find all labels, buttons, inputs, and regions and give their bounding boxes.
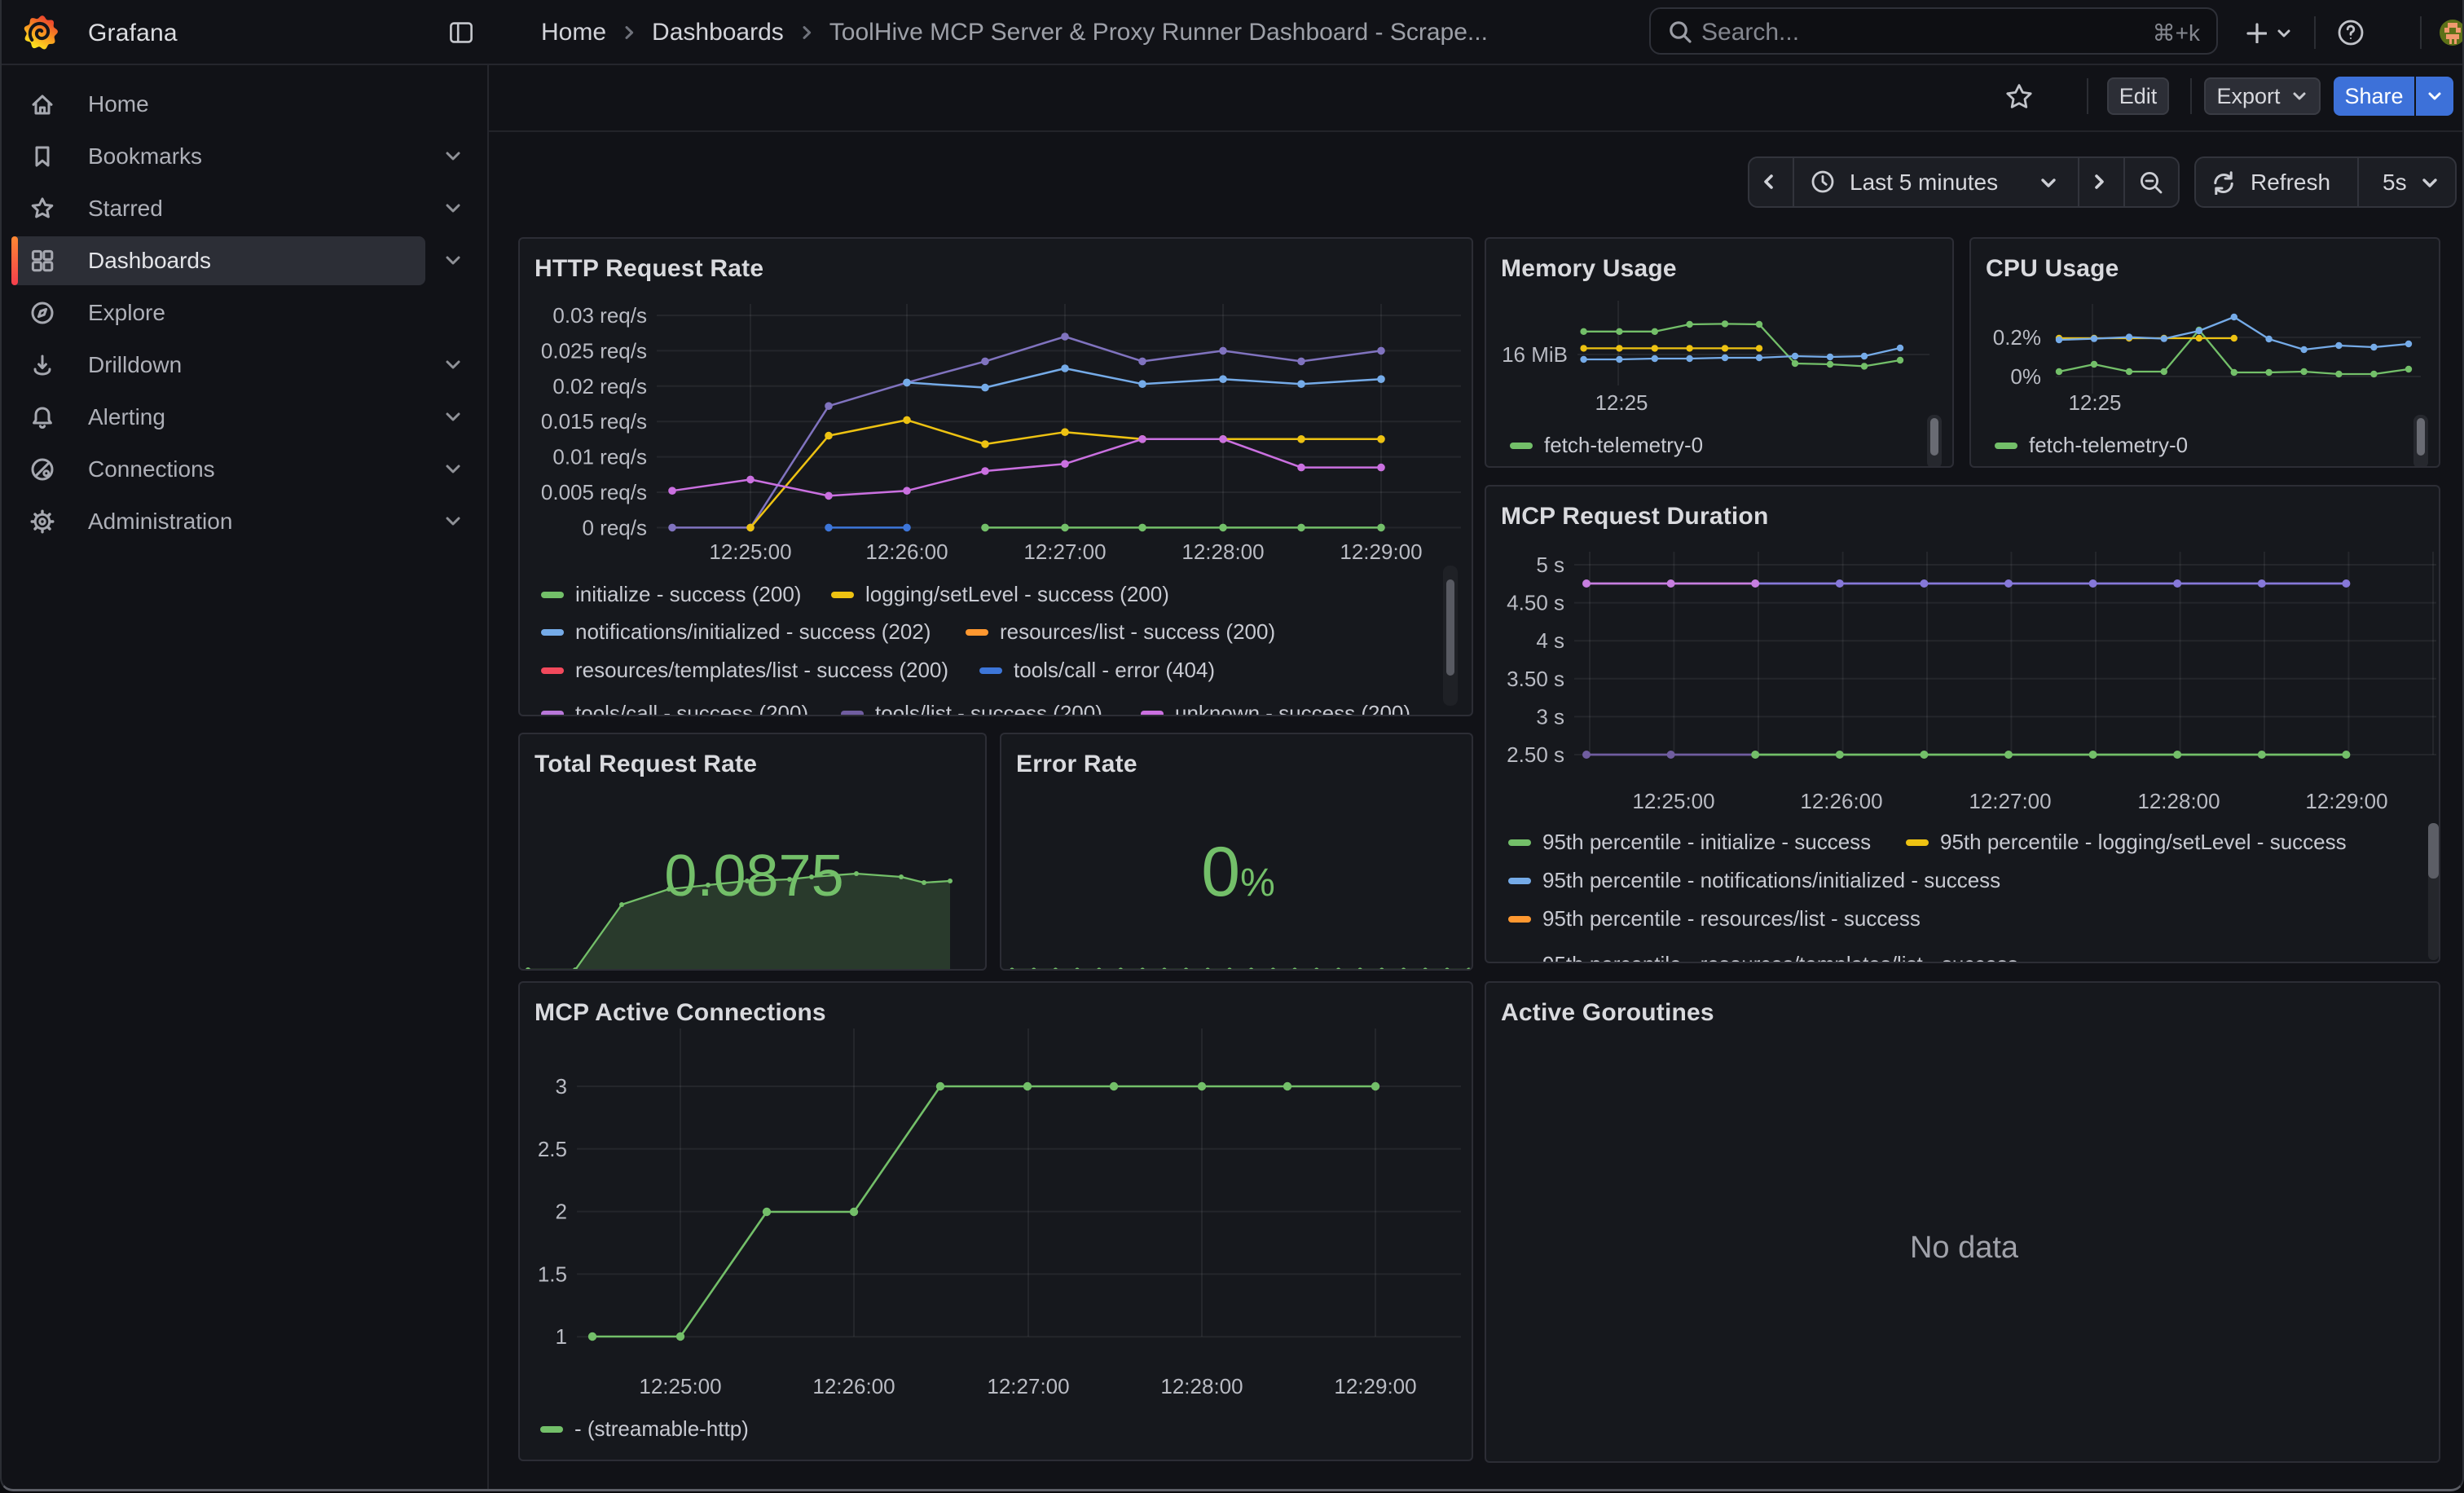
svg-text:0.2%: 0.2% xyxy=(1993,325,2041,350)
svg-text:3.50 s: 3.50 s xyxy=(1507,667,1564,691)
svg-text:0.015 req/s: 0.015 req/s xyxy=(541,409,647,434)
svg-text:12:25: 12:25 xyxy=(1595,390,1648,415)
svg-text:0.025 req/s: 0.025 req/s xyxy=(541,338,647,363)
svg-text:0.005 req/s: 0.005 req/s xyxy=(541,480,647,504)
svg-text:2.5: 2.5 xyxy=(538,1137,567,1161)
svg-text:12:29:00: 12:29:00 xyxy=(2305,789,2387,813)
svg-text:3: 3 xyxy=(556,1074,567,1099)
svg-text:12:27:00: 12:27:00 xyxy=(1023,540,1106,564)
svg-text:12:28:00: 12:28:00 xyxy=(1160,1374,1243,1398)
svg-text:12:25: 12:25 xyxy=(2068,390,2121,415)
svg-text:16 MiB: 16 MiB xyxy=(1502,342,1568,367)
svg-text:12:28:00: 12:28:00 xyxy=(2137,789,2220,813)
svg-text:12:25:00: 12:25:00 xyxy=(639,1374,721,1398)
svg-text:3 s: 3 s xyxy=(1536,704,1564,729)
svg-text:0.03 req/s: 0.03 req/s xyxy=(552,303,647,328)
svg-text:12:26:00: 12:26:00 xyxy=(812,1374,895,1398)
svg-text:12:25:00: 12:25:00 xyxy=(709,540,791,564)
svg-text:1: 1 xyxy=(556,1324,567,1349)
svg-text:12:29:00: 12:29:00 xyxy=(1334,1374,1416,1398)
svg-text:0%: 0% xyxy=(2010,364,2041,389)
svg-text:4 s: 4 s xyxy=(1536,628,1564,653)
svg-text:12:28:00: 12:28:00 xyxy=(1181,540,1264,564)
svg-text:12:26:00: 12:26:00 xyxy=(1800,789,1882,813)
svg-text:1.5: 1.5 xyxy=(538,1262,567,1286)
svg-text:0 req/s: 0 req/s xyxy=(583,515,648,540)
svg-text:12:27:00: 12:27:00 xyxy=(987,1374,1069,1398)
svg-text:12:26:00: 12:26:00 xyxy=(865,540,948,564)
svg-text:2.50 s: 2.50 s xyxy=(1507,742,1564,767)
svg-text:5 s: 5 s xyxy=(1536,553,1564,577)
svg-text:12:29:00: 12:29:00 xyxy=(1340,540,1422,564)
svg-text:0.02 req/s: 0.02 req/s xyxy=(552,374,647,399)
svg-text:12:27:00: 12:27:00 xyxy=(1969,789,2051,813)
svg-text:4.50 s: 4.50 s xyxy=(1507,591,1564,615)
svg-text:12:25:00: 12:25:00 xyxy=(1632,789,1714,813)
svg-text:2: 2 xyxy=(556,1200,567,1224)
svg-text:0.01 req/s: 0.01 req/s xyxy=(552,445,647,469)
